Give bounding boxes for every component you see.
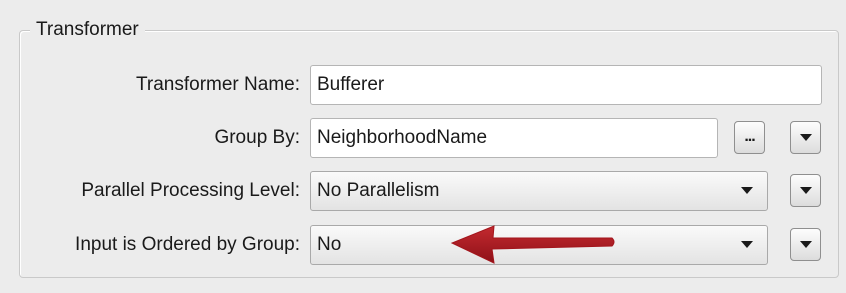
- transformer-parameters-panel: Transformer Transformer Name: Bufferer G…: [0, 0, 846, 293]
- red-arrow-icon: [450, 225, 615, 264]
